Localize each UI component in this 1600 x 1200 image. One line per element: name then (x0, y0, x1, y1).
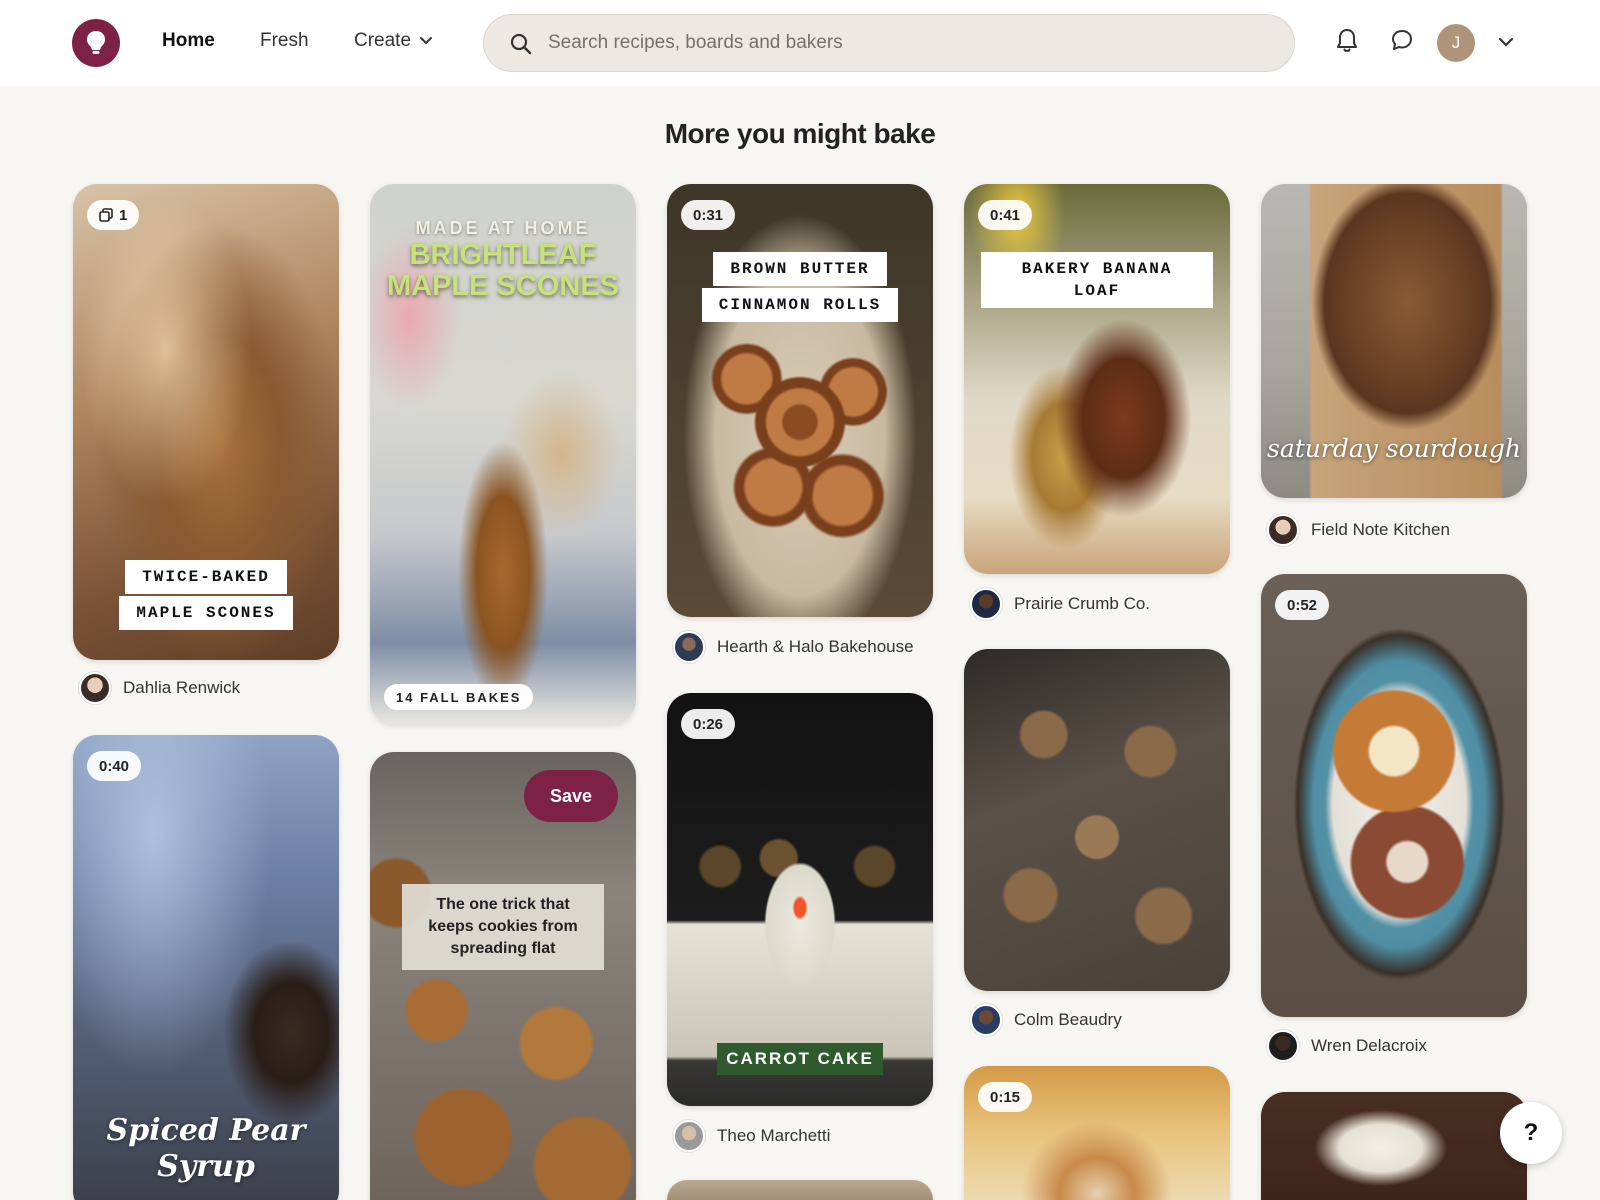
pin-overlay-title: BRIGHTLEAF MAPLE SCONES (370, 240, 636, 302)
pin-author[interactable]: Hearth & Halo Bakehouse (673, 631, 914, 663)
pin-title-line-2: Syrup (157, 1149, 255, 1184)
video-duration-badge: 0:31 (681, 200, 736, 230)
pin-author[interactable]: Wren Delacroix (1267, 1030, 1427, 1062)
pin-cinnamon-rolls[interactable]: 0:31 BROWN BUTTER CINNAMON ROLLS (667, 184, 933, 617)
app-logo[interactable] (72, 19, 120, 67)
pin-author[interactable]: Dahlia Renwick (79, 672, 240, 704)
pin-overlay-caption: saturday sourdough (1266, 434, 1521, 463)
author-avatar (970, 588, 1002, 620)
video-duration: 0:15 (990, 1088, 1021, 1106)
pin-banana-loaf[interactable]: 0:41 BAKERY BANANA LOAF (964, 184, 1230, 574)
pin-author[interactable]: Field Note Kitchen (1267, 514, 1450, 546)
lightbulb-logo-icon (87, 31, 105, 54)
save-button[interactable]: Save (524, 770, 618, 822)
nav-home[interactable]: Home (162, 30, 215, 52)
account-chevron-down-icon[interactable] (1498, 34, 1514, 52)
author-avatar (79, 672, 111, 704)
author-name: Theo Marchetti (717, 1126, 831, 1145)
pin-overlay-title: BAKERY BANANA LOAF (981, 252, 1213, 308)
video-duration: 0:41 (990, 206, 1021, 224)
author-avatar (970, 1004, 1002, 1036)
pin-image (1261, 574, 1527, 1017)
copy-icon (99, 208, 113, 222)
section-title: More you might bake (664, 118, 936, 149)
pin-cookies-tip[interactable]: Save The one trick that keeps cookies fr… (370, 752, 636, 1200)
pin-author[interactable]: Colm Beaudry (970, 1004, 1122, 1036)
nav-create-dropdown[interactable]: Create (354, 30, 433, 52)
author-avatar (673, 631, 705, 663)
video-duration-badge: 0:15 (978, 1082, 1033, 1112)
pin-dessert[interactable]: 0:15 (964, 1066, 1230, 1200)
pin-image-count: 1 (119, 206, 128, 224)
video-duration-badge: 0:41 (978, 200, 1033, 230)
pin-image (964, 184, 1230, 574)
pin-kicker: MADE AT HOME (415, 218, 591, 238)
pin-title-line-2: MAPLE SCONES (119, 596, 293, 630)
pin-tip-caption: The one trick that keeps cookies from sp… (402, 884, 604, 970)
author-name: Prairie Crumb Co. (1014, 594, 1151, 613)
video-duration: 0:52 (1287, 596, 1318, 614)
pin-title-line-1: BRIGHTLEAF (409, 239, 597, 271)
help-button[interactable]: ? (1500, 1102, 1562, 1164)
author-name: Hearth & Halo Bakehouse (717, 637, 914, 656)
notifications-bell-icon[interactable] (1335, 28, 1359, 59)
author-avatar (673, 1120, 705, 1152)
search-bar[interactable] (483, 14, 1295, 72)
pin-image (1261, 1092, 1527, 1200)
nav-create-label: Create (354, 30, 412, 51)
help-label: ? (1523, 1119, 1539, 1146)
pin-sourdough[interactable]: saturday sourdough (1261, 184, 1527, 498)
nav-fresh[interactable]: Fresh (260, 30, 309, 52)
messages-chat-icon[interactable] (1390, 28, 1414, 57)
video-duration-badge: 0:26 (681, 709, 736, 739)
board-tag: 14 FALL BAKES (384, 684, 534, 710)
user-avatar-initial: J (1451, 33, 1461, 52)
pin-marshmallows[interactable] (1261, 1092, 1527, 1200)
search-input[interactable] (548, 15, 1268, 71)
pin-carrot-cake[interactable]: 0:26 CARROT CAKE (667, 693, 933, 1106)
pin-label: CARROT CAKE (717, 1043, 883, 1075)
user-avatar[interactable]: J (1437, 24, 1475, 62)
search-icon (510, 33, 532, 55)
pin-partial[interactable] (667, 1180, 933, 1200)
pin-author[interactable]: Theo Marchetti (673, 1120, 830, 1152)
chevron-down-icon (420, 37, 433, 45)
author-name: Colm Beaudry (1014, 1010, 1122, 1029)
pin-title-line-1: Spiced Pear (106, 1113, 306, 1148)
pin-title-line-2: MAPLE SCONES (386, 270, 620, 302)
author-name: Dahlia Renwick (123, 678, 241, 697)
pin-overlay-title: Spiced Pear Syrup (73, 1113, 339, 1185)
pin-image (667, 1180, 933, 1200)
video-duration-badge: 0:40 (87, 751, 142, 781)
video-duration: 0:40 (99, 757, 130, 775)
pin-title-line-1: TWICE-BAKED (125, 560, 287, 594)
pin-gingerbread[interactable] (964, 649, 1230, 991)
author-name: Field Note Kitchen (1311, 520, 1450, 539)
pin-maple-scones[interactable]: 1 TWICE-BAKED MAPLE SCONES (73, 184, 339, 660)
pin-spiced-pear-syrup[interactable]: 0:40 Spiced Pear Syrup (73, 735, 339, 1200)
pin-brightleaf-scones[interactable]: MADE AT HOME BRIGHTLEAF MAPLE SCONES 14 … (370, 184, 636, 724)
pin-cinnamon-buns[interactable]: 0:52 (1261, 574, 1527, 1017)
video-duration: 0:31 (693, 206, 724, 224)
pin-title-line-2: CINNAMON ROLLS (702, 288, 898, 322)
author-name: Wren Delacroix (1311, 1036, 1427, 1055)
pin-title-line-1: BROWN BUTTER (713, 252, 887, 286)
top-navigation-bar: Home Fresh Create J (0, 0, 1600, 86)
pin-image-count-badge: 1 (87, 200, 140, 230)
author-avatar (1267, 514, 1299, 546)
pin-image (667, 184, 933, 617)
author-avatar (1267, 1030, 1299, 1062)
video-duration-badge: 0:52 (1275, 590, 1330, 620)
pin-image (964, 649, 1230, 991)
video-duration: 0:26 (693, 715, 724, 733)
pin-author[interactable]: Prairie Crumb Co. (970, 588, 1150, 620)
